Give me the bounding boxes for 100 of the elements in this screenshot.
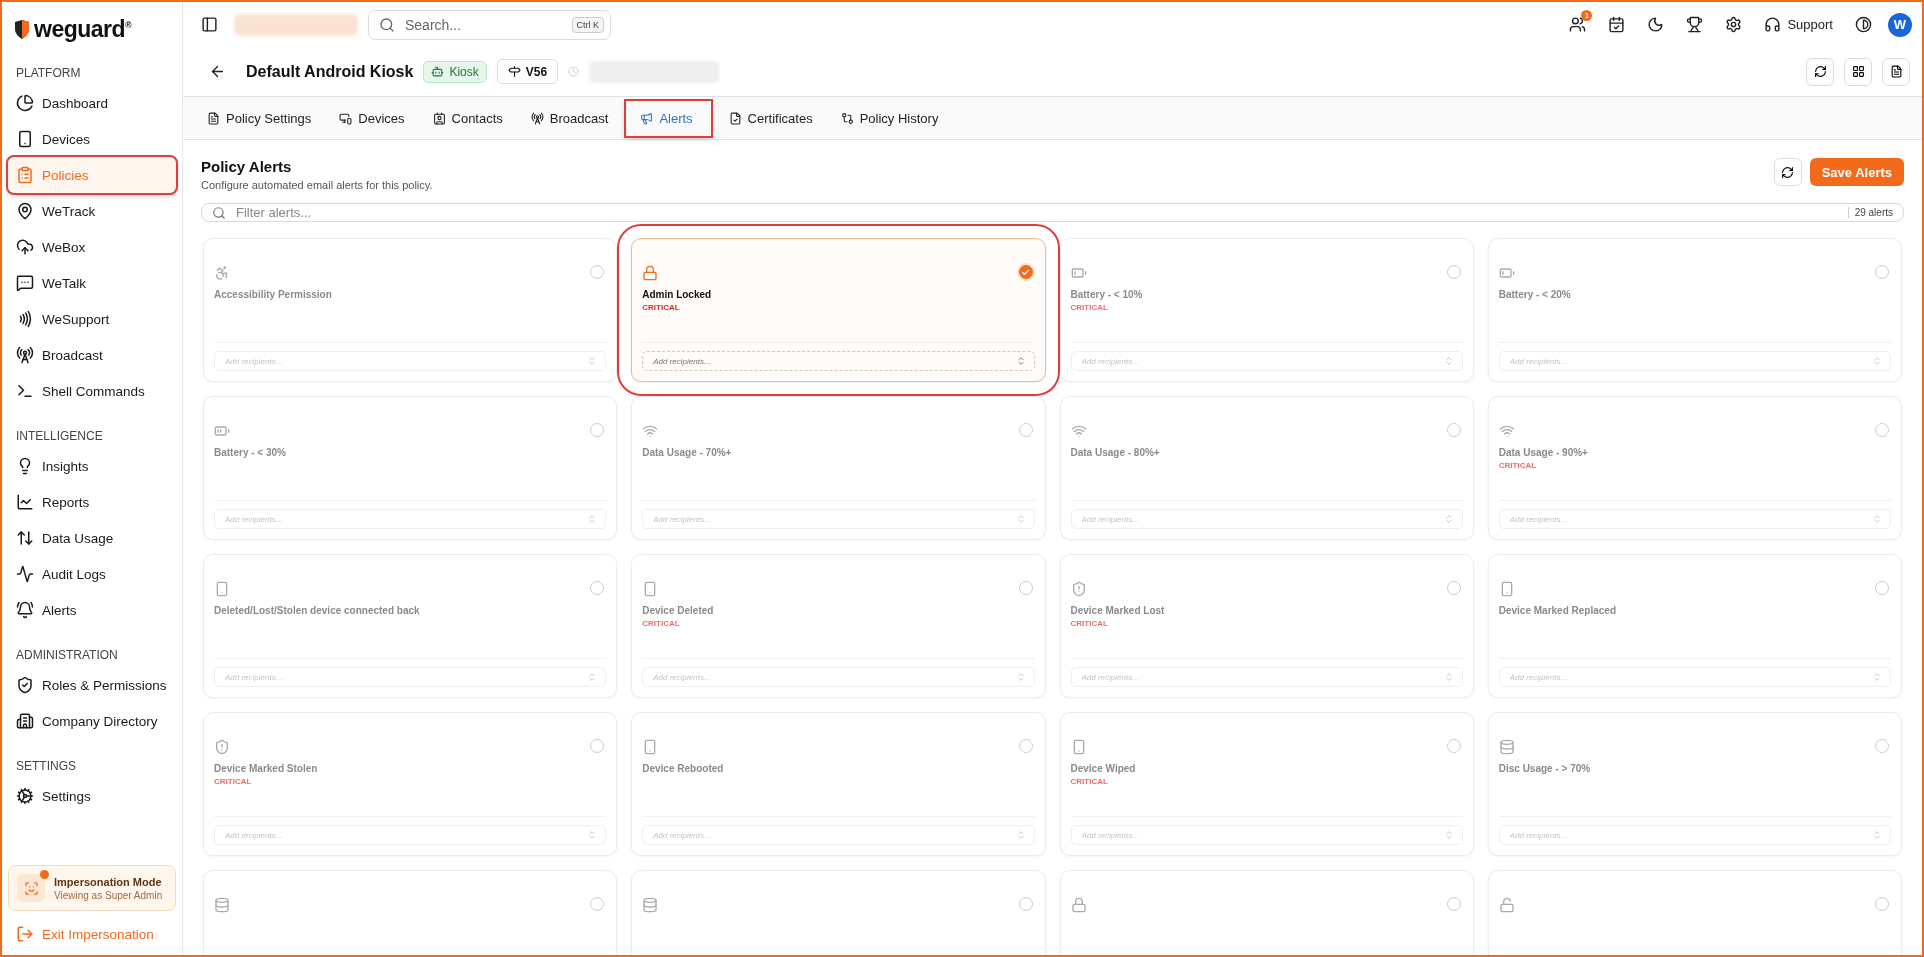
alert-name: Accessibility Permission — [214, 289, 333, 300]
severity-label: CRITICAL — [642, 303, 681, 312]
tab-icon — [432, 111, 446, 125]
grid-button[interactable] — [1844, 57, 1872, 86]
notification-badge: 1 — [1581, 10, 1593, 21]
radio-button[interactable] — [590, 739, 605, 753]
radio-button[interactable] — [1875, 581, 1889, 595]
radio-button[interactable] — [1875, 739, 1889, 753]
alert-name: Data Usage - 70%+ — [642, 447, 733, 458]
sidebar-item[interactable]: Audit Logs — [8, 556, 176, 592]
tab-icon — [207, 111, 220, 125]
alert-name: Device Marked Stolen — [214, 763, 319, 774]
kiosk-badge: Kiosk — [423, 60, 487, 83]
radio-button[interactable] — [1875, 897, 1889, 911]
tab[interactable]: Alerts — [626, 100, 711, 136]
nav-icon — [16, 787, 34, 805]
chevrons-icon — [1443, 356, 1454, 366]
alert-name: Device Deleted — [642, 605, 715, 616]
document-button[interactable] — [1882, 57, 1910, 86]
robot-icon — [431, 65, 445, 78]
alert-count: 29 alerts — [1847, 207, 1893, 218]
tab[interactable]: Policy History — [830, 104, 949, 132]
battery-icon — [1070, 265, 1087, 281]
smartphone-icon — [214, 581, 230, 597]
moon-icon — [1647, 16, 1665, 33]
database-icon — [1498, 739, 1515, 755]
sidebar-item[interactable]: WeSupport — [8, 301, 176, 337]
severity-label: CRITICAL — [1070, 777, 1109, 786]
sidebar-item[interactable]: Broadcast — [8, 337, 176, 373]
section-heading: INTELLIGENCE — [15, 429, 104, 443]
radio-button[interactable] — [1446, 423, 1461, 437]
sidebar-item[interactable]: Settings — [8, 778, 176, 814]
sidebar-item[interactable]: Roles & Permissions — [8, 667, 176, 703]
radio-button[interactable] — [1018, 581, 1033, 595]
wifi-icon — [1070, 423, 1087, 439]
shield-alert-icon — [214, 739, 230, 755]
tab[interactable]: Broadcast — [520, 104, 619, 132]
alert-name: Battery - < 20% — [1498, 289, 1572, 300]
impersonation-subtitle: Viewing as Super Admin — [54, 889, 163, 901]
tab[interactable]: Certificates — [718, 104, 823, 132]
nav-icon — [16, 166, 34, 184]
alert-name: Battery - < 10% — [1070, 289, 1144, 300]
radio-button[interactable] — [1018, 897, 1033, 911]
chevrons-icon — [587, 514, 598, 524]
radio-button[interactable] — [1018, 265, 1033, 279]
chevrons-icon — [1015, 514, 1026, 524]
sidebar-item[interactable]: WeTalk — [8, 265, 176, 301]
radio-button[interactable] — [1446, 897, 1461, 911]
search-input[interactable]: Search... — [403, 15, 564, 34]
filter-field[interactable]: Filter alerts... 29 alerts — [201, 203, 1904, 222]
tab[interactable]: Contacts — [422, 104, 513, 132]
sidebar-item[interactable]: Insights — [8, 448, 176, 484]
severity-label: CRITICAL — [1070, 303, 1109, 312]
chevrons-icon — [1872, 514, 1882, 524]
radio-button[interactable] — [590, 423, 605, 437]
sidebar-item[interactable]: Company Directory — [8, 703, 176, 739]
brand-name: weguard$^{®}$ — [34, 15, 132, 43]
refresh-button[interactable] — [1773, 158, 1802, 186]
tab[interactable]: Devices — [329, 104, 415, 132]
recipients-input[interactable]: Add recipients... — [651, 355, 1016, 367]
battery-icon — [1498, 265, 1515, 281]
sidebar-item[interactable]: Data Usage — [8, 520, 176, 556]
sidebar-item[interactable]: Alerts — [8, 592, 176, 628]
radio-button[interactable] — [1018, 739, 1033, 753]
sidebar-item[interactable]: Reports — [8, 484, 176, 520]
alert-name: Disc Usage - > 70% — [1498, 763, 1592, 774]
refresh-button[interactable] — [1806, 57, 1834, 86]
radio-button[interactable] — [1446, 581, 1461, 595]
open-padlock-icon — [1498, 897, 1515, 913]
radio-button[interactable] — [1446, 265, 1461, 279]
radio-button[interactable] — [1446, 739, 1461, 753]
sidebar-item[interactable]: WeTrack — [8, 193, 176, 229]
shield-alert-icon — [1070, 581, 1087, 597]
recipients-dropdown[interactable]: Add recipients... — [642, 351, 1035, 371]
wifi-icon — [642, 423, 659, 439]
sidebar-item[interactable]: WeBox — [8, 229, 176, 265]
nav-icon — [16, 565, 34, 583]
section-heading: PLATFORM — [15, 66, 82, 80]
tab[interactable]: Policy Settings — [197, 104, 322, 132]
user-avatar[interactable]: W — [1888, 12, 1912, 37]
radio-button[interactable] — [590, 265, 605, 279]
radio-button[interactable] — [590, 897, 605, 911]
chevrons-icon — [1015, 830, 1026, 840]
sidebar-item[interactable]: Dashboard — [8, 85, 176, 121]
radio-button[interactable] — [1018, 423, 1033, 437]
section-heading: ADMINISTRATION — [15, 648, 119, 662]
search-icon — [379, 16, 395, 33]
panel-icon — [201, 16, 218, 33]
search-field[interactable]: Search... Ctrl K — [368, 9, 611, 40]
chevrons-icon — [1872, 672, 1882, 682]
sidebar-item[interactable]: Shell Commands — [8, 373, 176, 409]
radio-button[interactable] — [1875, 423, 1889, 437]
support-button[interactable]: Support — [1758, 15, 1839, 34]
nav-icon — [16, 130, 34, 148]
shield-logo-icon — [14, 19, 30, 39]
contrast-icon — [1855, 16, 1872, 33]
filter-input[interactable]: Filter alerts... — [234, 204, 1840, 221]
radio-button[interactable] — [590, 581, 605, 595]
radio-button[interactable] — [1875, 265, 1889, 279]
sidebar-item[interactable]: Devices — [8, 121, 176, 157]
